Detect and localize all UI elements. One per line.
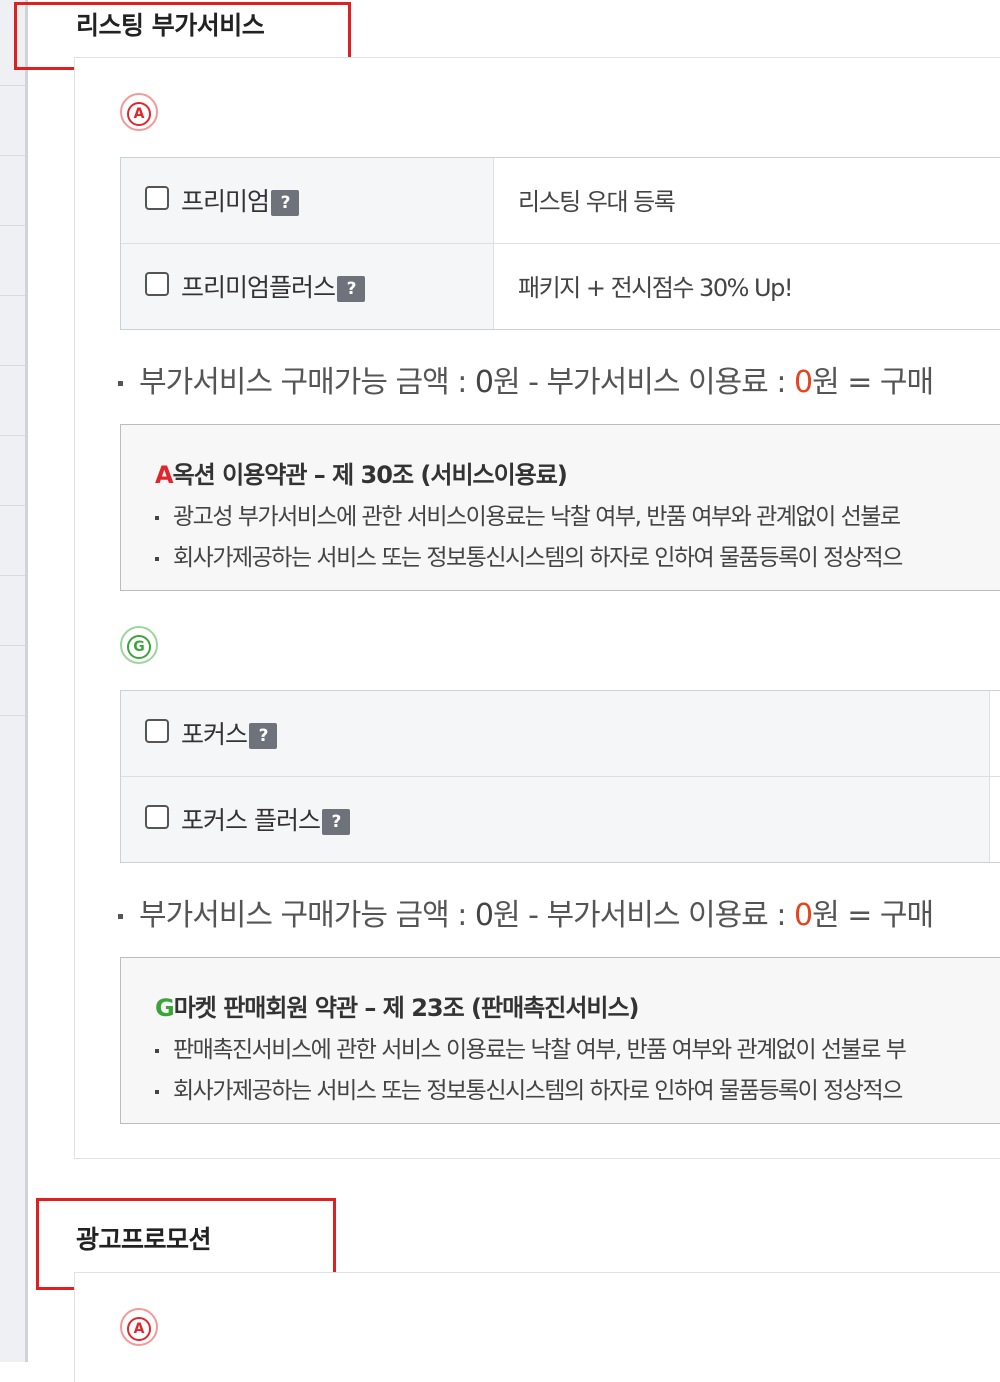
focus-plus-checkbox[interactable] (145, 805, 169, 829)
focus-label: 포커스 (181, 720, 248, 749)
bullet-icon (118, 381, 123, 386)
auction-terms-line-1: 광고성 부가서비스에 관한 서비스이용료는 낙찰 여부, 반품 여부와 관계없이… (155, 497, 901, 531)
auction-terms-box: A옥션 이용약관 – 제 30조 (서비스이용료) 광고성 부가서비스에 관한 … (120, 424, 1000, 591)
focus-checkbox[interactable] (145, 719, 169, 743)
premium-description: 리스팅 우대 등록 (518, 188, 676, 216)
gmarket-terms-line-2: 회사가제공하는 서비스 또는 정보통신시스템의 하자로 인하여 물품등록이 정상… (155, 1071, 903, 1105)
service-row-focus: 포커스? (121, 691, 1000, 777)
section-title-listing: 리스팅 부가서비스 (76, 11, 265, 40)
gmarket-fee-amount: 0 (793, 898, 813, 933)
focus-plus-label: 포커스 플러스 (181, 806, 321, 835)
gmarket-terms-box: G마켓 판매회원 약관 – 제 23조 (판매촉진서비스) 판매촉진서비스에 관… (120, 957, 1000, 1124)
ad-promotion-panel (74, 1272, 1000, 1382)
premium-plus-checkbox[interactable] (145, 272, 169, 296)
auction-badge-icon: A (120, 93, 158, 131)
focus-plus-help-icon[interactable]: ? (321, 809, 350, 835)
service-row-premium: 프리미엄? 리스팅 우대 등록 (121, 158, 1000, 244)
auction-terms-line-2: 회사가제공하는 서비스 또는 정보통신시스템의 하자로 인하여 물품등록이 정상… (155, 538, 903, 572)
service-row-focus-plus: 포커스 플러스? (121, 777, 1000, 862)
premium-label: 프리미엄 (181, 187, 270, 216)
auction-budget-summary: 부가서비스 구매가능 금액 : 0원 - 부가서비스 이용료 : 0원 = 구매 (118, 357, 934, 401)
gmarket-terms-line-1: 판매촉진서비스에 관한 서비스 이용료는 낙찰 여부, 반품 여부와 관계없이 … (155, 1030, 907, 1064)
premium-plus-help-icon[interactable]: ? (337, 276, 366, 302)
auction-fee-amount: 0 (793, 365, 813, 400)
auction-available-amount: 0 (474, 365, 494, 400)
bullet-icon (118, 914, 123, 919)
auction-terms-title: A옥션 이용약관 – 제 30조 (서비스이용료) (155, 461, 568, 489)
premium-checkbox[interactable] (145, 186, 169, 210)
gmarket-terms-title: G마켓 판매회원 약관 – 제 23조 (판매촉진서비스) (155, 994, 640, 1022)
gmarket-available-amount: 0 (474, 898, 494, 933)
service-row-premium-plus: 프리미엄플러스? 패키지 + 전시점수 30% Up! (121, 244, 1000, 329)
premium-plus-description: 패키지 + 전시점수 30% Up! (518, 274, 793, 302)
gmarket-budget-summary: 부가서비스 구매가능 금액 : 0원 - 부가서비스 이용료 : 0원 = 구매 (118, 890, 934, 934)
premium-help-icon[interactable]: ? (271, 190, 300, 216)
gmarket-badge-icon: G (120, 626, 158, 664)
ad-promotion-auction-badge-icon: A (120, 1308, 158, 1346)
auction-service-table: 프리미엄? 리스팅 우대 등록 프리미엄플러스? 패키지 + 전시점수 30% … (120, 157, 1000, 330)
left-sidebar-edge (0, 0, 28, 1362)
focus-help-icon[interactable]: ? (249, 723, 278, 749)
gmarket-service-table: 포커스? 포커스 플러스? (120, 690, 1000, 863)
section-title-ad-promotion: 광고프로모션 (76, 1225, 212, 1254)
premium-plus-label: 프리미엄플러스 (181, 273, 336, 302)
